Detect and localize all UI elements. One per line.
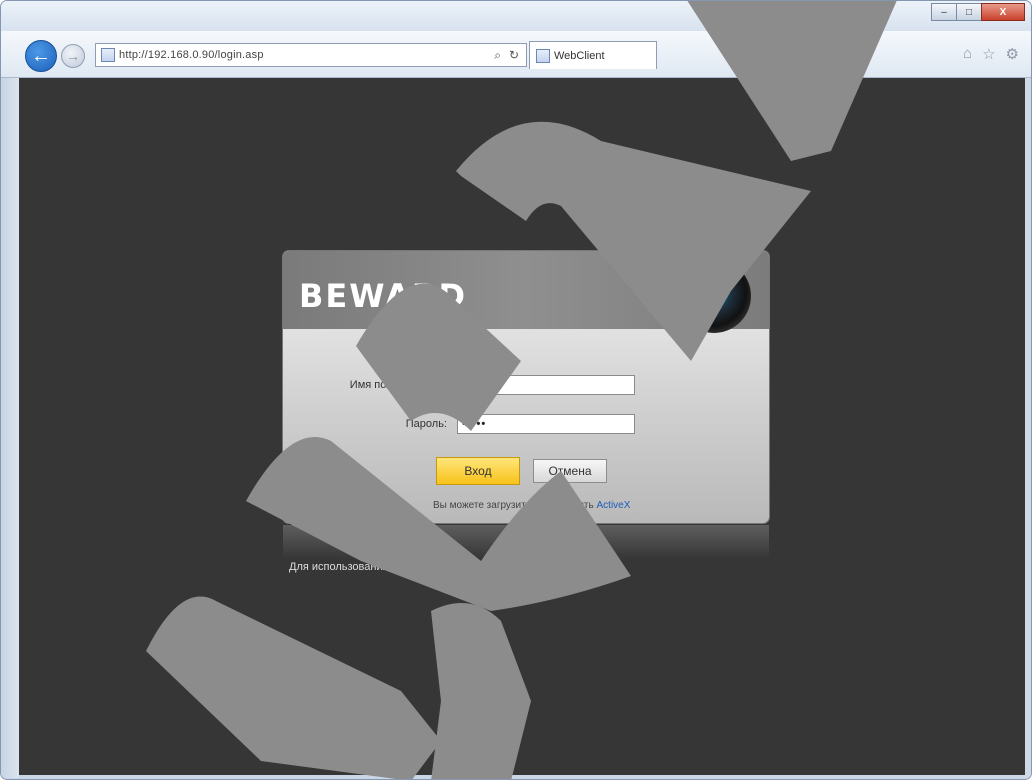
- back-button[interactable]: ←: [25, 40, 57, 72]
- activex-note: Вы можете загрузить и установить ActiveX: [433, 500, 630, 511]
- tab-page-icon: [536, 48, 550, 63]
- password-label: Пароль:: [405, 418, 447, 430]
- search-icon[interactable]: ⌕: [494, 48, 501, 63]
- browser-window: – □ X ← → http://192.168.0.90/login.asp …: [0, 0, 1032, 780]
- left-frame: [1, 78, 19, 778]
- browser-right-icons: ⌂ ☆ ⚙: [963, 45, 1019, 63]
- browser-tab[interactable]: WebClient: [529, 41, 657, 69]
- beward-logo: BEWARD: [299, 277, 468, 315]
- tab-title: WebClient: [554, 49, 605, 62]
- activex-link[interactable]: ActiveX: [597, 500, 631, 511]
- minimize-button[interactable]: –: [931, 3, 957, 21]
- note-text-prefix: Вы можете загрузить и установить: [433, 500, 594, 511]
- gear-icon[interactable]: ⚙: [1006, 45, 1019, 63]
- url-text[interactable]: http://192.168.0.90/login.asp: [119, 49, 494, 61]
- window-controls: – □ X: [931, 3, 1025, 21]
- forward-button[interactable]: →: [61, 44, 85, 68]
- panel-reflection: [283, 525, 769, 559]
- cancel-button[interactable]: Отмена: [533, 459, 607, 483]
- username-label: Имя пользователя:: [349, 379, 447, 391]
- password-row: Пароль: •••••: [283, 412, 769, 436]
- enter-button[interactable]: Вход: [436, 457, 520, 485]
- maximize-button[interactable]: □: [956, 3, 982, 21]
- page-icon: [101, 48, 115, 62]
- address-bar[interactable]: http://192.168.0.90/login.asp ⌕ ↻: [95, 43, 527, 67]
- username-field[interactable]: admin: [457, 375, 635, 395]
- star-icon[interactable]: ☆: [982, 45, 995, 63]
- refresh-icon[interactable]: ↻: [509, 48, 519, 63]
- username-row: Имя пользователя: admin: [283, 373, 769, 397]
- login-panel: BEWARD Имя пользователя: admin Пароль: •…: [283, 251, 769, 523]
- navigation-bar: ← → http://192.168.0.90/login.asp ⌕ ↻ We…: [1, 31, 1031, 78]
- panel-header: BEWARD: [283, 251, 769, 333]
- camera-lens-image: [677, 259, 751, 333]
- close-button[interactable]: X: [981, 3, 1025, 21]
- footer-note: Для использования всех функций устройств…: [289, 561, 602, 573]
- home-icon[interactable]: ⌂: [963, 45, 972, 63]
- password-field[interactable]: •••••: [457, 414, 635, 434]
- address-tools: ⌕ ↻: [494, 48, 526, 63]
- title-bar: – □ X: [1, 1, 1031, 33]
